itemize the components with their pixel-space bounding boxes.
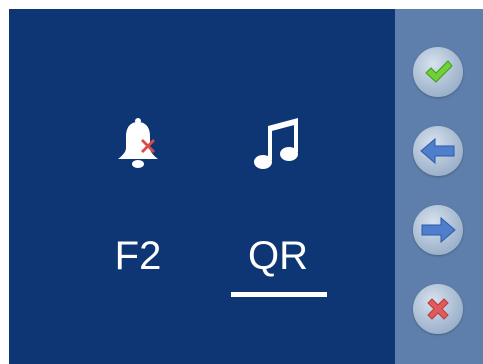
option-f2[interactable]: F2 (83, 109, 193, 329)
confirm-button[interactable] (413, 47, 463, 97)
close-icon (427, 298, 449, 320)
back-button[interactable] (413, 126, 463, 176)
music-note-icon (243, 109, 313, 179)
option-label: QR (248, 234, 308, 278)
option-qr[interactable]: QR (223, 109, 333, 329)
forward-button[interactable] (413, 205, 463, 255)
selection-underline (231, 292, 327, 297)
cancel-button[interactable] (413, 284, 463, 334)
main-panel: F2 QR (9, 9, 395, 364)
arrow-right-icon (421, 216, 456, 244)
side-button-panel (395, 9, 483, 364)
device-screen: F2 QR (0, 0, 483, 364)
arrow-left-icon (420, 137, 455, 165)
check-icon (425, 60, 453, 83)
option-label: F2 (114, 234, 162, 278)
bell-muted-icon (103, 109, 173, 179)
